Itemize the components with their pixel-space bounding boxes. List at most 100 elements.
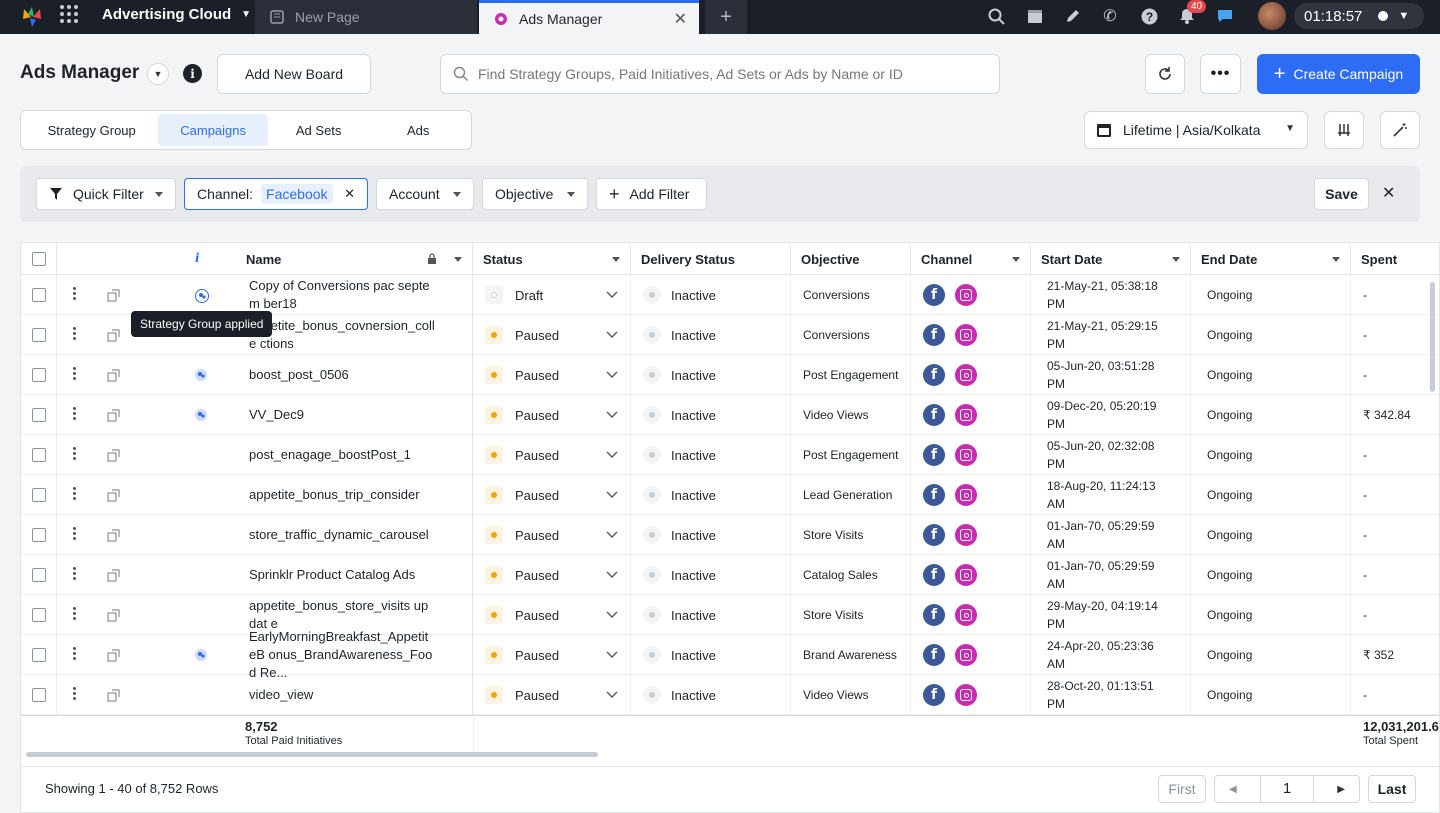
campaign-name-link[interactable]: Sprinklr Product Catalog Ads	[235, 566, 465, 584]
row-menu-kebab-icon[interactable]	[73, 327, 76, 340]
row-menu-kebab-icon[interactable]	[73, 567, 76, 580]
campaign-name-link[interactable]: VV_Dec9	[235, 406, 465, 424]
previous-page-icon[interactable]: ◀	[1229, 784, 1237, 795]
end-date-header[interactable]: End Date	[1191, 243, 1351, 275]
open-preview-icon[interactable]	[107, 609, 120, 622]
status-cell[interactable]: Paused	[473, 555, 631, 595]
campaign-name-link[interactable]: post_enagage_boostPost_1	[235, 446, 465, 464]
row-checkbox[interactable]	[31, 568, 46, 582]
status-cell[interactable]: Paused	[473, 395, 631, 435]
close-tab-icon[interactable]: ✕	[674, 9, 687, 29]
account-filter-dropdown[interactable]: Account	[376, 178, 474, 210]
app-launcher-icon[interactable]	[60, 5, 78, 23]
campaign-name-link[interactable]: EarlyMorningBreakfast_AppetiteB onus_Bra…	[235, 628, 465, 682]
open-preview-icon[interactable]	[107, 409, 120, 422]
status-cell[interactable]: Paused	[473, 675, 631, 715]
app-switcher[interactable]: Advertising Cloud ▼	[102, 6, 251, 23]
row-checkbox[interactable]	[31, 488, 46, 502]
row-menu-kebab-icon[interactable]	[73, 607, 76, 620]
table-row[interactable]: Sprinklr Product Catalog Ads Paused Inac…	[21, 555, 1439, 595]
create-campaign-button[interactable]: + Create Campaign	[1257, 54, 1420, 94]
row-checkbox[interactable]	[31, 288, 46, 302]
remove-filter-icon[interactable]: ✕	[344, 186, 355, 202]
table-row[interactable]: video_view Paused Inactive Video Views f…	[21, 675, 1439, 715]
user-avatar[interactable]	[1258, 2, 1286, 30]
strategy-group-icon[interactable]	[195, 409, 207, 421]
status-cell[interactable]: Paused	[473, 635, 631, 675]
status-cell[interactable]: Paused	[473, 435, 631, 475]
tab-ads[interactable]: Ads	[369, 114, 467, 146]
calendar-icon[interactable]	[1024, 5, 1046, 27]
chevron-down-icon[interactable]	[606, 571, 618, 579]
tab-new-page[interactable]: New Page	[255, 0, 477, 34]
chevron-down-icon[interactable]	[606, 331, 618, 339]
open-preview-icon[interactable]	[107, 289, 120, 302]
save-filter-button[interactable]: Save	[1314, 178, 1369, 210]
open-preview-icon[interactable]	[107, 489, 120, 502]
new-tab-button[interactable]: +	[705, 0, 747, 34]
table-row[interactable]: boost_post_0506 Paused Inactive Post Eng…	[21, 355, 1439, 395]
quick-filter-button[interactable]: Quick Filter	[36, 178, 176, 210]
status-cell[interactable]: Paused	[473, 355, 631, 395]
status-cell[interactable]: Paused	[473, 315, 631, 355]
chevron-down-icon[interactable]	[606, 531, 618, 539]
tab-strategy-group[interactable]: Strategy Group	[25, 114, 158, 146]
campaign-name-link[interactable]: appetite_bonus_trip_consider	[235, 486, 465, 504]
tab-ads-manager[interactable]: Ads Manager ✕	[479, 0, 699, 34]
refresh-button[interactable]	[1145, 54, 1185, 94]
open-preview-icon[interactable]	[107, 689, 120, 702]
title-dropdown-chevron-icon[interactable]: ▼	[147, 63, 169, 85]
status-header[interactable]: Status	[473, 243, 631, 275]
row-checkbox[interactable]	[31, 408, 46, 422]
add-new-board-button[interactable]: Add New Board	[217, 54, 371, 94]
add-filter-button[interactable]: + Add Filter	[596, 178, 707, 210]
row-menu-kebab-icon[interactable]	[73, 527, 76, 540]
objective-header[interactable]: Objective	[791, 243, 911, 275]
row-menu-kebab-icon[interactable]	[73, 647, 76, 660]
sort-caret-icon[interactable]	[1012, 257, 1020, 262]
open-preview-icon[interactable]	[107, 569, 120, 582]
open-preview-icon[interactable]	[107, 529, 120, 542]
row-checkbox[interactable]	[31, 648, 46, 662]
more-options-button[interactable]: •••	[1200, 54, 1241, 94]
vertical-scrollbar[interactable]	[1430, 282, 1435, 392]
chevron-down-icon[interactable]	[606, 411, 618, 419]
edit-icon[interactable]	[1062, 5, 1084, 27]
sort-caret-icon[interactable]	[1332, 257, 1340, 262]
campaign-name-link[interactable]: boost_post_0506	[235, 366, 465, 384]
horizontal-scrollbar[interactable]	[26, 752, 598, 757]
app-logo-icon[interactable]	[20, 5, 44, 29]
chevron-down-icon[interactable]	[606, 371, 618, 379]
chevron-down-icon[interactable]	[606, 691, 618, 699]
chevron-down-icon[interactable]	[606, 651, 618, 659]
channel-filter-chip[interactable]: Channel: Facebook ✕	[184, 178, 368, 210]
campaign-name-link[interactable]: video_view	[235, 686, 465, 704]
row-menu-kebab-icon[interactable]	[73, 687, 76, 700]
phone-icon[interactable]: ✆	[1099, 5, 1121, 27]
chevron-down-icon[interactable]	[606, 491, 618, 499]
table-row[interactable]: EarlyMorningBreakfast_AppetiteB onus_Bra…	[21, 629, 1439, 680]
tab-ad-sets[interactable]: Ad Sets	[268, 114, 370, 146]
session-timer[interactable]: 01:18:57 ▼	[1294, 3, 1424, 29]
sort-caret-icon[interactable]	[612, 257, 620, 262]
table-row[interactable]: Copy of Conversions pac septem ber18 Dra…	[21, 275, 1439, 315]
info-icon[interactable]: i	[183, 64, 202, 83]
row-checkbox[interactable]	[31, 448, 46, 462]
table-row[interactable]: VV_Dec9 Paused Inactive Video Views f 09…	[21, 395, 1439, 435]
chevron-down-icon[interactable]	[606, 611, 618, 619]
status-cell[interactable]: Draft	[473, 275, 631, 315]
open-preview-icon[interactable]	[107, 329, 120, 342]
next-page-icon[interactable]: ▶	[1337, 784, 1345, 795]
sort-caret-icon[interactable]	[454, 257, 462, 262]
tab-campaigns[interactable]: Campaigns	[158, 114, 268, 146]
strategy-group-icon[interactable]	[195, 289, 209, 303]
row-menu-kebab-icon[interactable]	[73, 447, 76, 460]
last-page-button[interactable]: Last	[1368, 775, 1416, 803]
help-icon[interactable]: ?	[1138, 5, 1160, 27]
status-cell[interactable]: Paused	[473, 475, 631, 515]
row-menu-kebab-icon[interactable]	[73, 367, 76, 380]
status-cell[interactable]: Paused	[473, 595, 631, 635]
strategy-group-icon[interactable]	[195, 649, 207, 661]
sort-caret-icon[interactable]	[1172, 257, 1180, 262]
row-menu-kebab-icon[interactable]	[73, 407, 76, 420]
